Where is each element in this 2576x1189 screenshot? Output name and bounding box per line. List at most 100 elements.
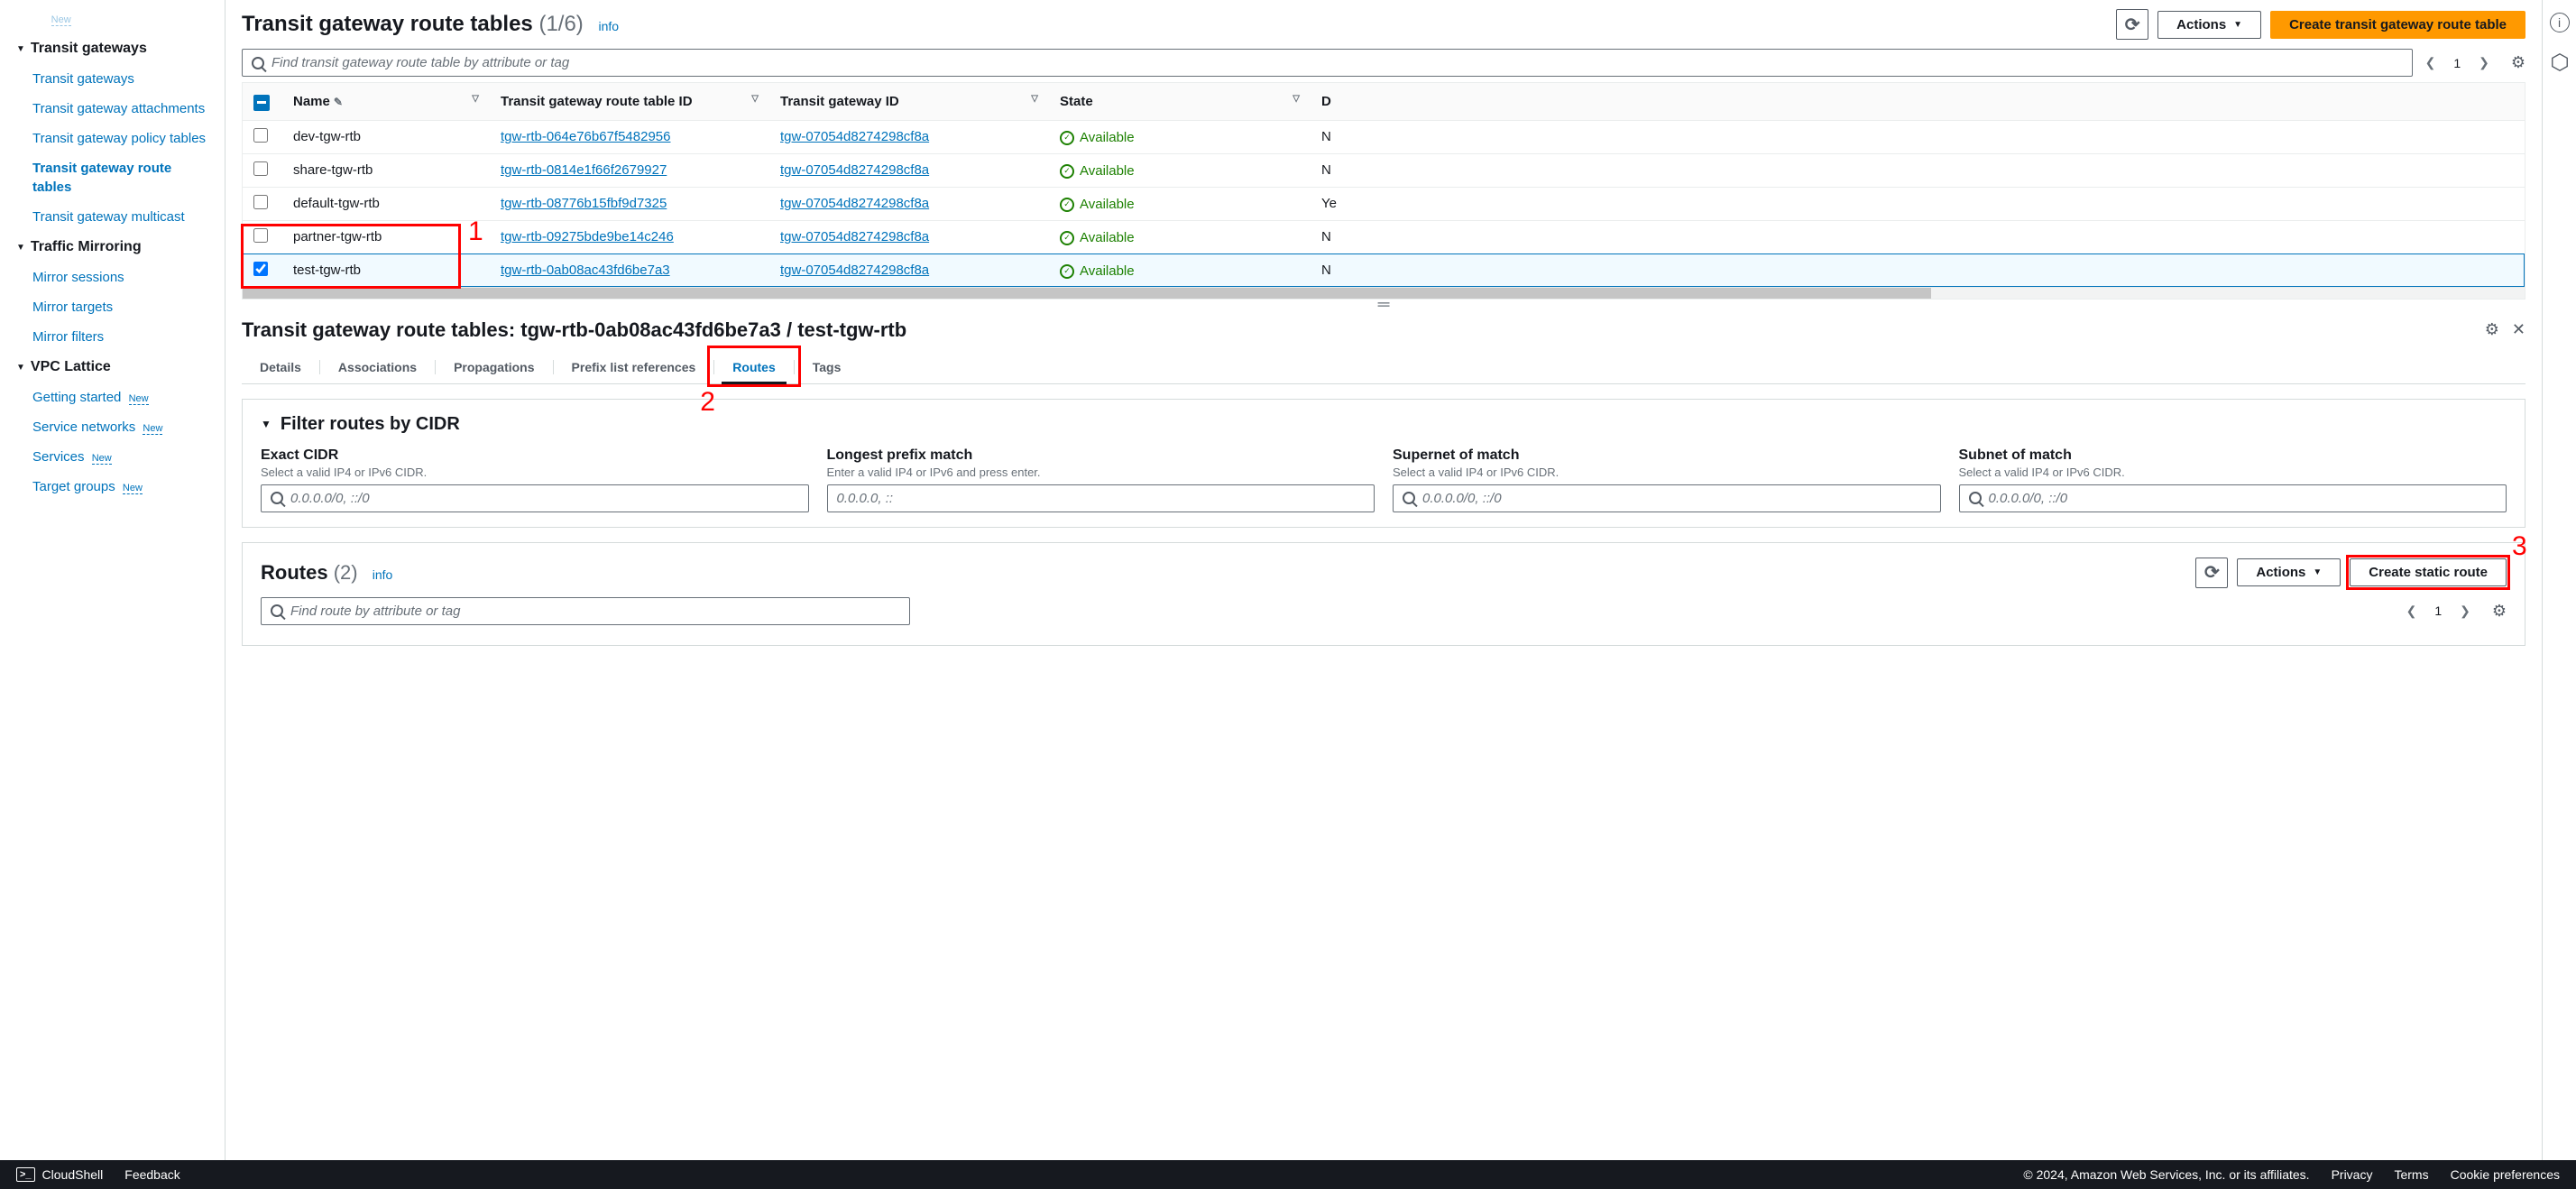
new-badge: New [143,423,162,435]
row-checkbox[interactable] [253,195,268,209]
search-icon [271,492,283,504]
col-filter-icon[interactable]: ▽ [1293,94,1300,104]
cloudshell-label: CloudShell [42,1167,104,1182]
terms-link[interactable]: Terms [2394,1167,2428,1182]
routes-title: Routes (2) [261,561,363,584]
nav-transit-gateways[interactable]: Transit gateways [0,64,225,94]
page-header: Transit gateway route tables (1/6) info … [242,0,2525,49]
routes-search-box[interactable] [261,597,910,625]
table-row[interactable]: dev-tgw-rtbtgw-rtb-064e76b67f5482956tgw-… [243,120,2525,153]
routes-refresh-button[interactable] [2195,558,2228,588]
subnet-input[interactable] [1989,491,2498,506]
nav-mirror-filters[interactable]: Mirror filters [0,322,225,352]
tab-propagations[interactable]: Propagations [436,351,552,383]
privacy-link[interactable]: Privacy [2332,1167,2373,1182]
subnet-input-wrap[interactable] [1959,484,2507,512]
routes-search-input[interactable] [290,604,900,619]
prev-page-button[interactable]: ❮ [2422,51,2440,74]
security-icon[interactable] [2550,52,2570,72]
routes-actions-button[interactable]: Actions▼ [2237,558,2341,586]
tab-prefix-list[interactable]: Prefix list references [554,351,714,383]
supernet-label: Supernet of match [1393,447,1941,464]
nav-tgw-multicast[interactable]: Transit gateway multicast [0,202,225,232]
nav-mirror-sessions[interactable]: Mirror sessions [0,263,225,292]
tab-associations[interactable]: Associations [320,351,435,383]
horizontal-scrollbar[interactable] [243,288,2525,299]
route-table-id-link[interactable]: tgw-rtb-064e76b67f5482956 [501,129,670,144]
close-panel-button[interactable] [2512,320,2525,339]
row-checkbox[interactable] [253,128,268,143]
row-checkbox[interactable] [253,161,268,176]
tgw-id-link[interactable]: tgw-07054d8274298cf8a [780,263,929,278]
feedback-link[interactable]: Feedback [124,1167,179,1182]
table-row[interactable]: share-tgw-rtbtgw-rtb-0814e1f66f2679927tg… [243,153,2525,187]
cell-d: Ye [1311,187,2525,220]
col-state: State [1060,94,1093,109]
supernet-input[interactable] [1422,491,1931,506]
nav-service-networks[interactable]: Service networks New [0,412,225,442]
routes-prev-page[interactable]: ❮ [2403,600,2421,622]
nav-tgw-policy-tables[interactable]: Transit gateway policy tables [0,124,225,153]
create-route-table-button[interactable]: Create transit gateway route table [2270,11,2525,39]
exact-cidr-input[interactable] [290,491,799,506]
col-filter-icon[interactable]: ▽ [1031,94,1038,104]
col-filter-icon[interactable]: ▽ [472,94,479,104]
tab-routes[interactable]: Routes [714,351,793,383]
nav-getting-started[interactable]: Getting started New [0,383,225,412]
tgw-id-link[interactable]: tgw-07054d8274298cf8a [780,229,929,244]
nav-tgw-route-tables[interactable]: Transit gateway route tables [0,153,225,202]
cloudshell-button[interactable]: >_CloudShell [16,1167,103,1182]
routes-next-page[interactable]: ❯ [2456,600,2474,622]
nav-tgw-attachments[interactable]: Transit gateway attachments [0,94,225,124]
caret-down-icon[interactable]: ▼ [261,418,271,430]
tgw-id-link[interactable]: tgw-07054d8274298cf8a [780,129,929,144]
col-filter-icon[interactable]: ▽ [751,94,759,104]
nav-section-traffic-mirroring[interactable]: ▼Traffic Mirroring [0,232,225,263]
exact-cidr-input-wrap[interactable] [261,484,809,512]
refresh-button[interactable] [2116,9,2148,40]
info-link[interactable]: info [598,19,619,33]
search-box[interactable] [242,49,2413,77]
nav-target-groups[interactable]: Target groups New [0,472,225,502]
search-icon [271,604,283,617]
cookie-link[interactable]: Cookie preferences [2451,1167,2560,1182]
route-table-id-link[interactable]: tgw-rtb-08776b15fbf9d7325 [501,196,667,211]
table-row[interactable]: test-tgw-rtbtgw-rtb-0ab08ac43fd6be7a3tgw… [243,253,2525,287]
create-static-route-button[interactable]: Create static route [2350,558,2507,586]
cell-name: partner-tgw-rtb [282,220,490,253]
routes-settings-icon[interactable] [2492,602,2507,621]
info-icon[interactable]: i [2550,13,2570,32]
table-row[interactable]: default-tgw-rtbtgw-rtb-08776b15fbf9d7325… [243,187,2525,220]
nav-mirror-targets[interactable]: Mirror targets [0,292,225,322]
actions-button[interactable]: Actions▼ [2157,11,2261,39]
nav-section-vpc-lattice[interactable]: ▼VPC Lattice [0,352,225,383]
footer: >_CloudShell Feedback © 2024, Amazon Web… [0,1160,2576,1189]
routes-info-link[interactable]: info [373,567,393,582]
pencil-icon[interactable]: ✎ [334,96,343,108]
detail-settings-icon[interactable] [2485,320,2499,339]
tab-details[interactable]: Details [242,351,319,383]
next-page-button[interactable]: ❯ [2475,51,2493,74]
route-table-id-link[interactable]: tgw-rtb-0814e1f66f2679927 [501,162,667,178]
supernet-input-wrap[interactable] [1393,484,1941,512]
longest-prefix-input-wrap[interactable] [827,484,1375,512]
row-checkbox[interactable] [253,262,268,276]
search-input[interactable] [271,55,2403,70]
tgw-id-link[interactable]: tgw-07054d8274298cf8a [780,196,929,211]
route-table-id-link[interactable]: tgw-rtb-0ab08ac43fd6be7a3 [501,263,670,278]
cell-d: N [1311,120,2525,153]
tgw-id-link[interactable]: tgw-07054d8274298cf8a [780,162,929,178]
table-row[interactable]: partner-tgw-rtb tgw-rtb-09275bde9be14c246… [243,220,2525,253]
nav-item-label: Target groups [32,479,115,494]
nav-services[interactable]: Services New [0,442,225,472]
tab-tags[interactable]: Tags [795,351,860,383]
select-all-checkbox[interactable] [253,95,270,111]
nav-section-transit-gateways[interactable]: ▼Transit gateways [0,33,225,64]
caret-down-icon: ▼ [16,44,25,54]
settings-icon[interactable] [2511,53,2525,72]
panel-resizer[interactable]: ═ [242,300,2525,309]
row-checkbox[interactable] [253,228,268,243]
new-badge: New [123,483,143,494]
longest-prefix-input[interactable] [837,491,1366,506]
route-table-id-link[interactable]: tgw-rtb-09275bde9be14c246 [501,229,674,244]
